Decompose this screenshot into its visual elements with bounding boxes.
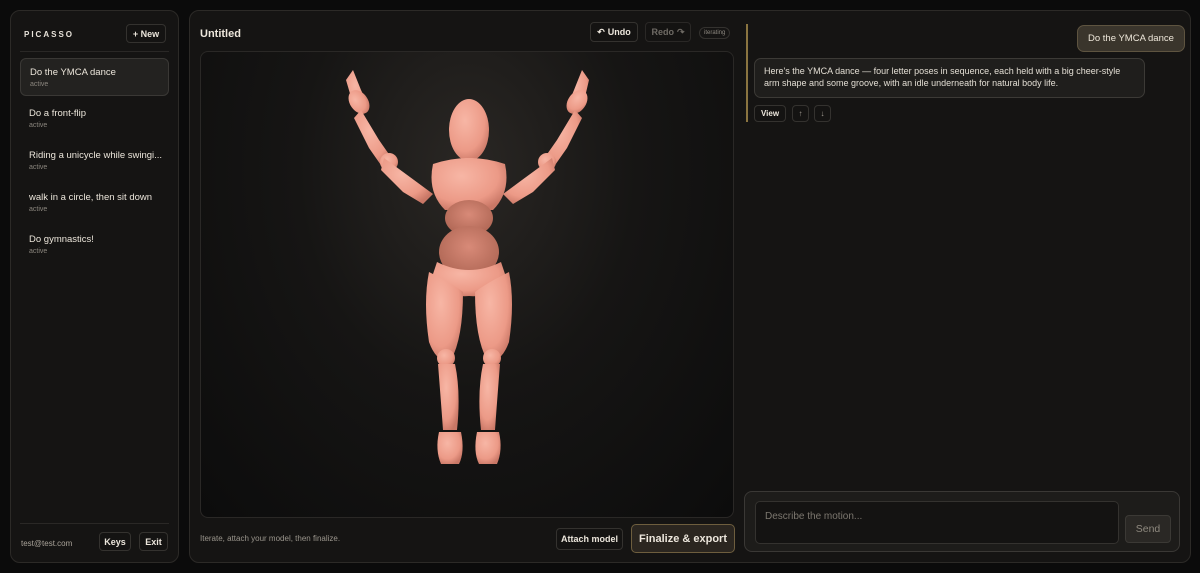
session-item-front-flip[interactable]: Do a front-flip active [20, 100, 169, 138]
session-title: walk in a circle, then sit down [29, 192, 153, 203]
page-title: Untitled [200, 28, 241, 40]
session-status: active [29, 248, 48, 255]
thumbs-down-button[interactable]: ↓ [814, 105, 831, 122]
sidebar-divider [20, 51, 169, 52]
session-item-unicycle[interactable]: Riding a unicycle while swingi... active [20, 142, 169, 180]
workflow-hint: Iterate, attach your model, then finaliz… [200, 534, 341, 543]
chat-accent-bar [746, 24, 748, 122]
view-button[interactable]: View [754, 105, 786, 122]
session-status: active [29, 164, 48, 171]
attach-model-button[interactable]: Attach model [556, 528, 623, 550]
undo-button[interactable]: ↶ Undo [590, 22, 638, 42]
motion-prompt-input[interactable] [755, 501, 1119, 544]
status-badge: iterating [699, 27, 731, 39]
sidebar: PICASSO + New Do the YMCA dance active D… [10, 10, 179, 563]
redo-button[interactable]: Redo ↷ [645, 22, 691, 42]
session-item-gymnastics[interactable]: Do gymnastics! active [20, 226, 169, 264]
composer: Send [744, 491, 1180, 552]
redo-label: Redo [651, 27, 674, 37]
brand-logo: PICASSO [24, 30, 75, 39]
session-status: active [29, 122, 48, 129]
session-title: Do a front-flip [29, 108, 87, 119]
mannequin-figure [346, 70, 589, 464]
new-session-button[interactable]: + New [126, 24, 166, 43]
session-title: Riding a unicycle while swingi... [29, 150, 163, 161]
user-message: Do the YMCA dance [1077, 25, 1185, 52]
keys-button[interactable]: Keys [99, 532, 131, 551]
exit-button[interactable]: Exit [139, 532, 168, 551]
3d-viewport[interactable] [200, 51, 734, 518]
finalize-export-button[interactable]: Finalize & export [631, 524, 735, 553]
session-title: Do gymnastics! [29, 234, 94, 245]
session-status: active [29, 206, 48, 213]
session-title: Do the YMCA dance [30, 67, 116, 78]
undo-label: Undo [607, 27, 631, 37]
session-status: active [30, 81, 49, 88]
session-item-ymca[interactable]: Do the YMCA dance active [20, 58, 169, 96]
user-email: test@test.com [21, 539, 73, 548]
send-button[interactable]: Send [1125, 515, 1171, 543]
assistant-message: Here's the YMCA dance — four letter pose… [754, 58, 1145, 98]
redo-icon: ↷ [676, 26, 685, 37]
sidebar-divider [20, 523, 169, 524]
undo-icon: ↶ [597, 26, 605, 37]
thumbs-up-button[interactable]: ↑ [792, 105, 809, 122]
workspace-panel: Untitled ↶ Undo Redo ↷ iterating Iterate… [189, 10, 1191, 563]
session-item-walk-circle[interactable]: walk in a circle, then sit down active [20, 184, 169, 222]
